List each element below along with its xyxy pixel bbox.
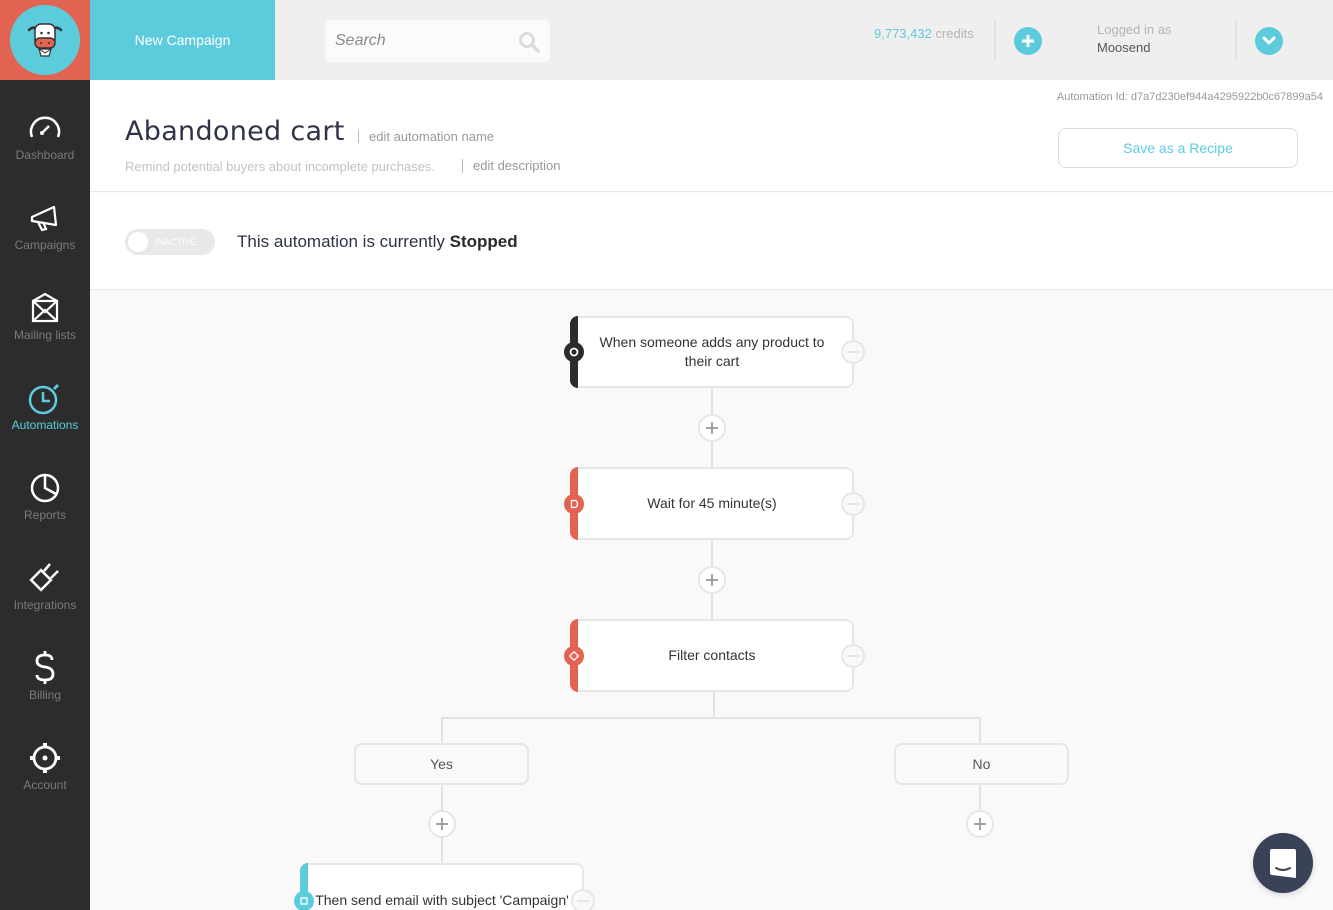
add-step-button[interactable] (698, 566, 726, 594)
remove-step-button[interactable] (841, 491, 865, 516)
edit-description-link[interactable]: edit description (462, 159, 560, 173)
sidebar: Dashboard Campaigns Mailing lists Automa… (0, 80, 90, 910)
chat-launcher-button[interactable] (1253, 833, 1313, 893)
logged-in-label: Logged in as (1097, 22, 1172, 37)
node-text: When someone adds any product to their c… (599, 334, 825, 369)
delay-icon (564, 493, 584, 514)
sidebar-item-integrations[interactable]: Integrations (0, 530, 90, 620)
connector-line (441, 717, 443, 745)
add-credits-button[interactable] (1014, 27, 1042, 55)
search-box (325, 20, 550, 62)
sidebar-item-label: Integrations (13, 598, 77, 612)
account-dropdown-button[interactable] (1255, 27, 1283, 55)
gear-icon (29, 740, 61, 776)
envelope-icon (30, 290, 60, 326)
send-email-node[interactable]: Then send email with subject 'Campaign' (294, 863, 595, 910)
branch-line (441, 717, 981, 719)
sidebar-item-automations[interactable]: Automations (0, 350, 90, 440)
top-bar: New Campaign 9,773,432 credits Logged in… (0, 0, 1333, 80)
sidebar-item-dashboard[interactable]: Dashboard (0, 80, 90, 170)
status-message: This automation is currently Stopped (237, 232, 518, 252)
dollar-icon (33, 650, 57, 686)
trigger-node[interactable]: When someone adds any product to their c… (564, 316, 865, 388)
search-input[interactable] (335, 32, 515, 50)
plus-icon (436, 818, 448, 830)
minus-icon (577, 900, 589, 902)
save-as-recipe-button[interactable]: Save as a Recipe (1058, 128, 1298, 168)
divider (994, 20, 996, 60)
edit-automation-name-link[interactable]: edit automation name (358, 130, 494, 143)
plus-icon (1022, 35, 1034, 47)
sidebar-item-label: Campaigns (14, 238, 76, 252)
remove-step-button[interactable] (841, 643, 865, 668)
sidebar-item-reports[interactable]: Reports (0, 440, 90, 530)
sidebar-item-label: Automations (11, 418, 79, 432)
remove-step-button[interactable] (841, 340, 865, 364)
sidebar-item-billing[interactable]: Billing (0, 620, 90, 710)
workflow-canvas: When someone adds any product to their c… (90, 290, 1333, 910)
plus-icon (974, 818, 986, 830)
status-state: Stopped (449, 232, 518, 251)
connector-line (979, 717, 981, 745)
megaphone-icon (28, 200, 62, 236)
status-bar: INACTIVE This automation is currently St… (90, 193, 1333, 290)
filter-node[interactable]: Filter contacts (564, 619, 865, 692)
sidebar-item-label: Mailing lists (13, 328, 76, 342)
chat-icon (1270, 849, 1296, 878)
square-icon (294, 891, 314, 910)
plus-icon (706, 574, 718, 586)
sidebar-item-label: Billing (28, 688, 61, 702)
plug-icon (28, 560, 62, 596)
add-step-button[interactable] (698, 414, 726, 442)
sidebar-item-account[interactable]: Account (0, 710, 90, 800)
node-text: Wait for 45 minute(s) (647, 495, 777, 511)
status-prefix: This automation is currently (237, 232, 445, 251)
automation-description: Remind potential buyers about incomplete… (125, 159, 436, 174)
speedometer-icon (28, 110, 62, 146)
minus-icon (847, 502, 859, 505)
automation-id: Automation Id: d7a7d230ef944a4295922b0c6… (1056, 91, 1323, 103)
activation-toggle[interactable]: INACTIVE (125, 229, 215, 255)
branch-yes[interactable]: Yes (354, 743, 529, 785)
username: Moosend (1097, 40, 1151, 55)
add-step-button[interactable] (966, 810, 994, 838)
connector-line (713, 692, 715, 718)
pie-chart-icon (29, 470, 61, 506)
node-text: Then send email with subject 'Campaign' (315, 892, 569, 908)
credits-value: 9,773,432 (874, 26, 932, 41)
automation-header: Automation Id: d7a7d230ef944a4295922b0c6… (90, 80, 1333, 192)
sidebar-item-label: Dashboard (15, 148, 75, 162)
toggle-label: INACTIVE (155, 237, 197, 247)
branch-no[interactable]: No (894, 743, 1069, 785)
logo[interactable] (0, 0, 90, 80)
stopwatch-icon (27, 380, 63, 416)
cow-logo-icon (10, 5, 80, 75)
chevron-down-icon (1262, 36, 1276, 45)
remove-step-button[interactable] (571, 889, 595, 910)
node-text: Filter contacts (668, 647, 756, 663)
wait-node[interactable]: Wait for 45 minute(s) (564, 467, 865, 540)
page-title: Abandoned cart (125, 116, 345, 147)
trigger-circle-icon (564, 342, 584, 362)
logged-in-info: Logged in as Moosend (1097, 21, 1171, 57)
plus-icon (706, 422, 718, 434)
toggle-knob (128, 232, 148, 252)
sidebar-item-label: Reports (23, 508, 67, 522)
new-campaign-button[interactable]: New Campaign (90, 0, 275, 80)
sidebar-item-campaigns[interactable]: Campaigns (0, 170, 90, 260)
divider (1235, 20, 1237, 60)
diamond-icon (564, 645, 584, 666)
minus-icon (847, 654, 859, 657)
credits-label: credits (935, 26, 974, 41)
minus-icon (847, 351, 859, 353)
search-icon[interactable] (518, 31, 540, 58)
sidebar-item-mailing-lists[interactable]: Mailing lists (0, 260, 90, 350)
credits-display: 9,773,432 credits (874, 26, 974, 41)
sidebar-item-label: Account (23, 778, 67, 792)
add-step-button[interactable] (428, 810, 456, 838)
